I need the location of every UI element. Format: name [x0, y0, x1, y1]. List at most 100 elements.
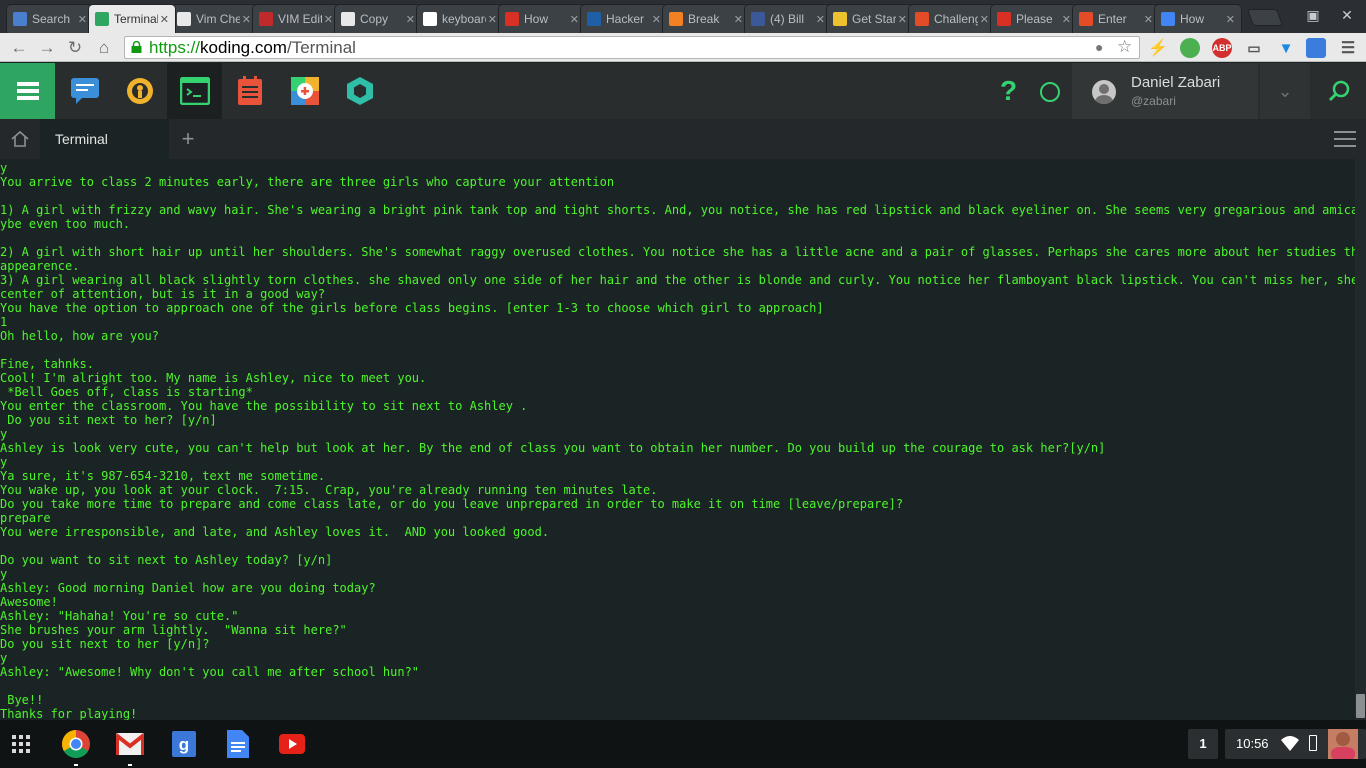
terminal-line: Fine, tahnks.: [0, 357, 94, 371]
filter-extension-icon[interactable]: ▼: [1276, 38, 1296, 58]
home-icon[interactable]: ⌂: [93, 37, 115, 59]
close-tab-icon[interactable]: ✕: [570, 13, 579, 26]
green-circle-extension-icon[interactable]: [1180, 38, 1200, 58]
page-extension-icon[interactable]: [1306, 38, 1326, 58]
terminal-line: You arrive to class 2 minutes early, the…: [0, 175, 615, 189]
close-tab-icon[interactable]: ✕: [406, 13, 415, 26]
page-icon: [341, 12, 355, 26]
terminal-line: You enter the classroom. You have the po…: [0, 399, 528, 413]
close-tab-icon[interactable]: ✕: [242, 13, 251, 26]
browser-tab-title: Search: [32, 12, 71, 26]
browser-tab[interactable]: Please ✕: [990, 4, 1078, 33]
browser-tab[interactable]: (4) Bill ✕: [744, 4, 832, 33]
browser-tab-title: Enter: [1098, 12, 1127, 26]
browser-tab[interactable]: How ✕: [498, 4, 586, 33]
address-bar[interactable]: https://koding.com/Terminal ● ☆: [124, 36, 1140, 59]
restore-window-icon[interactable]: ▣: [1300, 5, 1326, 25]
close-tab-icon[interactable]: ✕: [816, 13, 825, 26]
close-tab-icon[interactable]: ✕: [1144, 13, 1153, 26]
tab-terminal[interactable]: Terminal: [40, 119, 169, 159]
clock: 10:56: [1236, 736, 1269, 751]
koding-icon: [95, 12, 109, 26]
close-tab-icon[interactable]: ✕: [652, 13, 661, 26]
status-tray[interactable]: 10:56: [1225, 729, 1366, 759]
close-tab-icon[interactable]: ✕: [488, 13, 497, 26]
terminal-line: prepare: [0, 511, 51, 525]
close-window-icon[interactable]: ✕: [1334, 5, 1360, 25]
terminal-line: Do you sit next to her? [y/n]: [0, 413, 217, 427]
browser-tab[interactable]: Get Started✕: [826, 4, 914, 33]
browser-tab[interactable]: Search ✕: [6, 4, 94, 33]
url-path: /Terminal: [286, 38, 356, 57]
terminal-scroll-thumb[interactable]: [1356, 694, 1365, 718]
launcher-button[interactable]: [1, 727, 41, 761]
terminal-line: Cool! I'm alright too. My name is Ashley…: [0, 371, 427, 385]
reload-icon[interactable]: ↻: [64, 37, 86, 59]
terminal-app-button[interactable]: [167, 63, 222, 119]
browser-tab[interactable]: Enter ✕: [1072, 4, 1160, 33]
account-menu[interactable]: Daniel Zabari @zabari: [1072, 63, 1258, 119]
bolt-extension-icon[interactable]: ⚡: [1148, 38, 1168, 58]
activity-app-button[interactable]: [57, 63, 112, 119]
forward-arrow-icon[interactable]: →: [36, 37, 58, 59]
close-tab-icon[interactable]: ✕: [980, 13, 989, 26]
terminal-line: You wake up, you look at your clock. 7:1…: [0, 483, 658, 497]
apps-app-button[interactable]: [277, 63, 332, 119]
browser-tab[interactable]: Break ✕: [662, 4, 750, 33]
main-menu-button[interactable]: [0, 63, 55, 119]
terminal-line: y: [0, 427, 8, 441]
search-button[interactable]: [1312, 63, 1366, 119]
browser-tab-title: Hacker: [606, 12, 645, 26]
docs-shelf-button[interactable]: [218, 727, 258, 761]
terminal-window[interactable]: y You arrive to class 2 minutes early, th…: [0, 159, 1366, 720]
close-tab-icon[interactable]: ✕: [78, 13, 87, 26]
close-tab-icon[interactable]: ✕: [160, 13, 169, 26]
hexagon-icon: [346, 77, 373, 105]
browser-tab[interactable]: Terminal ✕: [88, 4, 176, 33]
notification-count-badge[interactable]: 1: [1188, 729, 1218, 759]
browser-tab[interactable]: Hacker ✕: [580, 4, 668, 33]
browser-tab[interactable]: Copy ✕: [334, 4, 422, 33]
search-icon: [1328, 80, 1350, 102]
chrome-shelf-button[interactable]: [56, 727, 96, 761]
plus-puzzle-icon: [290, 77, 319, 105]
new-tab-button[interactable]: [1246, 9, 1284, 26]
adblock-plus-icon[interactable]: ABP: [1212, 38, 1232, 58]
browser-tab[interactable]: Challenge✕: [908, 4, 996, 33]
terminal-scrollbar[interactable]: [1355, 159, 1366, 720]
terminal-line: Bye!!: [0, 693, 44, 707]
add-tab-button[interactable]: +: [178, 119, 198, 159]
browser-tab-title: Break: [688, 12, 720, 26]
close-tab-icon[interactable]: ✕: [1062, 13, 1071, 26]
close-tab-icon[interactable]: ✕: [324, 13, 333, 26]
google-search-shelf-button[interactable]: g: [164, 727, 204, 761]
browser-tab[interactable]: keyboard✕: [416, 4, 504, 33]
bookmark-star-icon[interactable]: ☆: [1117, 36, 1132, 57]
browser-tab[interactable]: Vim Cheat Sheet✕: [170, 4, 258, 33]
home-tab-button[interactable]: [0, 119, 40, 159]
browser-tab[interactable]: How ✕: [1154, 4, 1242, 33]
close-tab-icon[interactable]: ✕: [734, 13, 743, 26]
terminal-line: Oh hello, how are you?: [0, 329, 159, 343]
close-tab-icon[interactable]: ✕: [1226, 13, 1235, 26]
status-ring-icon[interactable]: [1040, 82, 1060, 102]
editor-app-button[interactable]: [222, 63, 277, 119]
tab-menu-icon[interactable]: [1334, 131, 1356, 147]
browser-tab-title: Vim Cheat Sheet: [196, 12, 240, 26]
gmail-shelf-button[interactable]: [110, 727, 150, 761]
lightbulb-icon[interactable]: ●: [1095, 37, 1103, 58]
terminal-line: 3) A girl wearing all black slightly tor…: [0, 273, 1356, 287]
back-arrow-icon[interactable]: ←: [8, 37, 30, 59]
environments-app-button[interactable]: [332, 63, 387, 119]
help-button[interactable]: ?: [1000, 75, 1017, 107]
chevron-down-icon[interactable]: ⌄: [1260, 63, 1310, 119]
browser-tab[interactable]: VIM Editor✕: [252, 4, 340, 33]
cast-icon[interactable]: ▭: [1244, 38, 1264, 58]
youtube-shelf-button[interactable]: [272, 727, 312, 761]
play-arrow-icon: [13, 12, 27, 26]
chrome-menu-icon[interactable]: ☰: [1338, 38, 1358, 58]
running-indicator: [128, 764, 132, 766]
teamwork-app-button[interactable]: [112, 63, 167, 119]
close-tab-icon[interactable]: ✕: [898, 13, 907, 26]
